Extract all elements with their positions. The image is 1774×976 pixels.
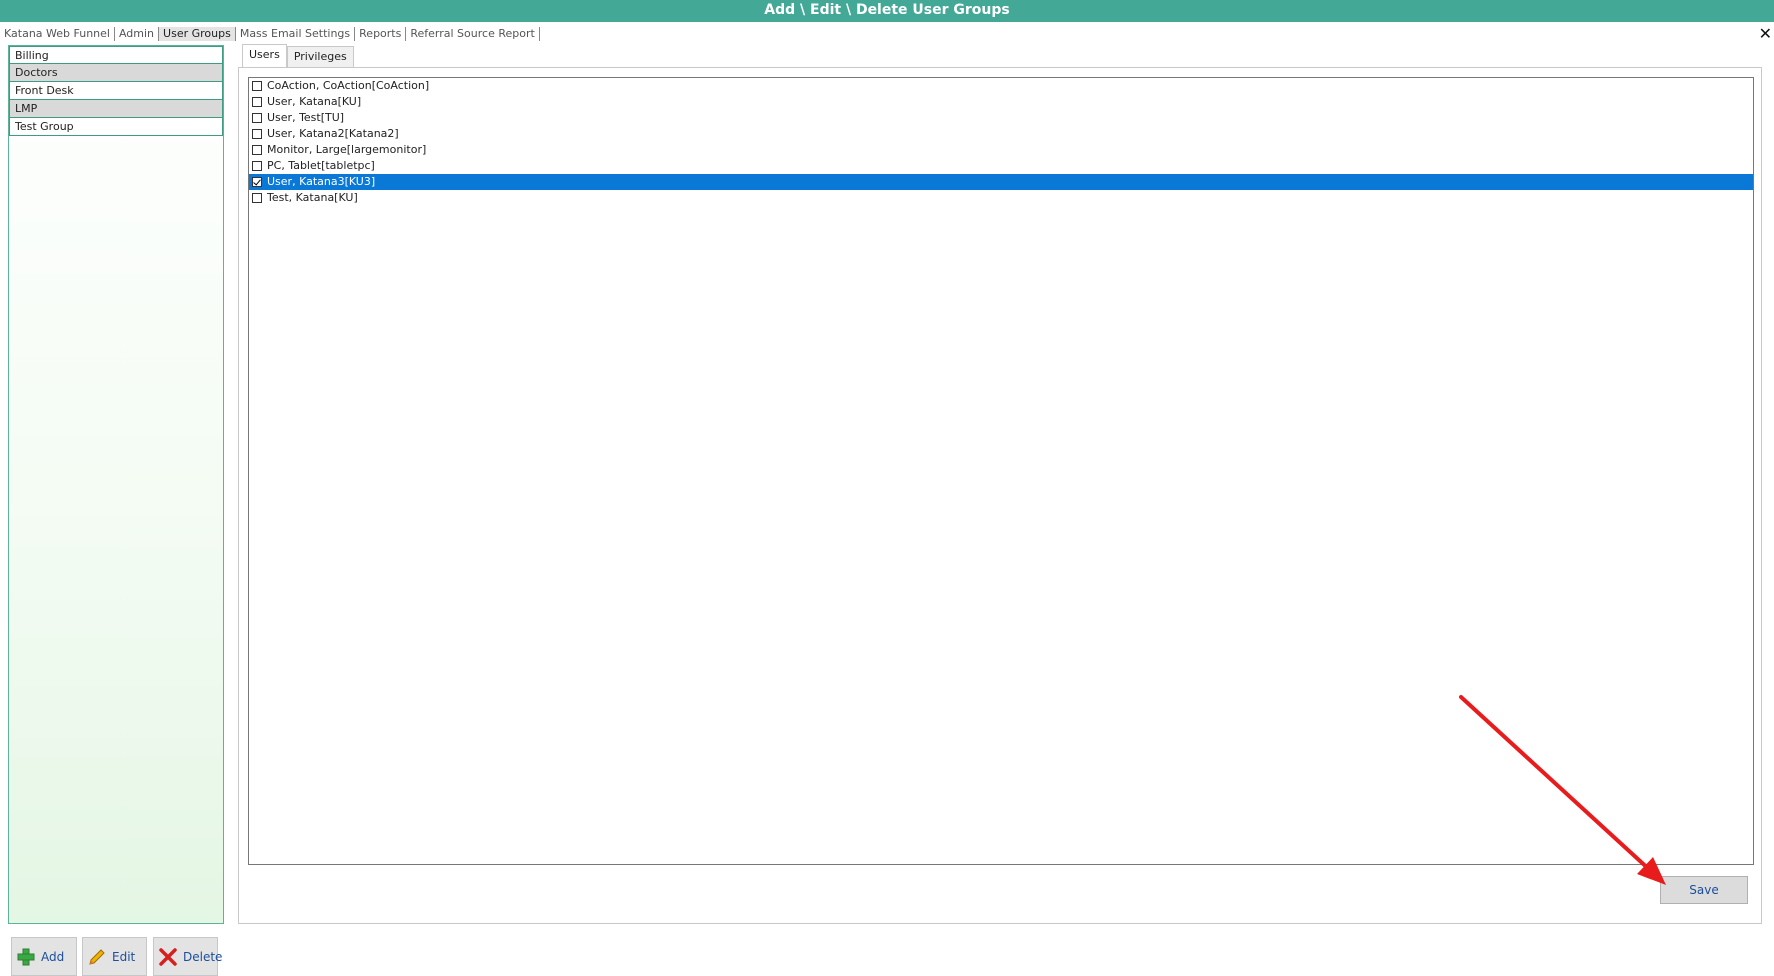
user-label: Monitor, Large[largemonitor]: [267, 143, 427, 156]
group-item-billing[interactable]: Billing: [9, 46, 223, 64]
user-label: User, Katana3[KU3]: [267, 175, 376, 188]
delete-button[interactable]: Delete: [153, 937, 222, 976]
user-label: User, Test[TU]: [267, 111, 345, 124]
user-row[interactable]: CoAction, CoAction[CoAction]: [249, 78, 1753, 94]
menu-item-katana-web-funnel[interactable]: Katana Web Funnel: [0, 27, 115, 41]
save-button[interactable]: Save: [1660, 876, 1748, 904]
user-row[interactable]: Monitor, Large[largemonitor]: [249, 142, 1753, 158]
user-label: User, Katana2[Katana2]: [267, 127, 399, 140]
pencil-icon: [88, 948, 106, 966]
user-row-selected[interactable]: User, Katana3[KU3]: [249, 174, 1753, 190]
tab-privileges[interactable]: Privileges: [286, 46, 354, 67]
user-label: PC, Tablet[tabletpc]: [267, 159, 375, 172]
tab-bar: Users Privileges: [242, 44, 354, 67]
user-label: User, Katana[KU]: [267, 95, 362, 108]
menu-item-mass-email-settings[interactable]: Mass Email Settings: [236, 27, 356, 41]
red-x-icon: [159, 947, 177, 966]
group-item-test-group[interactable]: Test Group: [9, 118, 223, 136]
user-label: CoAction, CoAction[CoAction]: [267, 79, 430, 92]
menu-item-referral-source-report[interactable]: Referral Source Report: [406, 27, 540, 41]
delete-button-label: Delete: [183, 949, 223, 964]
window-title: Add \ Edit \ Delete User Groups: [0, 0, 1774, 22]
edit-button[interactable]: Edit: [82, 937, 147, 976]
user-row[interactable]: User, Katana2[Katana2]: [249, 126, 1753, 142]
group-item-lmp[interactable]: LMP: [9, 100, 223, 118]
menu-item-admin[interactable]: Admin: [115, 27, 160, 41]
group-item-doctors[interactable]: Doctors: [9, 64, 223, 82]
plus-icon: [17, 948, 35, 966]
checkbox-checked[interactable]: [252, 177, 262, 187]
user-row[interactable]: Test, Katana[KU]: [249, 190, 1753, 206]
menu-item-reports[interactable]: Reports: [355, 27, 407, 41]
tab-users[interactable]: Users: [242, 44, 287, 67]
add-button[interactable]: Add: [11, 937, 77, 976]
top-menu: Katana Web Funnel Admin User Groups Mass…: [0, 25, 540, 43]
checkbox[interactable]: [252, 113, 262, 123]
add-button-label: Add: [41, 949, 65, 964]
checkbox[interactable]: [252, 145, 262, 155]
checkbox[interactable]: [252, 161, 262, 171]
checkbox[interactable]: [252, 81, 262, 91]
checkbox[interactable]: [252, 97, 262, 107]
edit-button-label: Edit: [112, 949, 136, 964]
user-row[interactable]: User, Katana[KU]: [249, 94, 1753, 110]
checkbox[interactable]: [252, 193, 262, 203]
menu-item-user-groups[interactable]: User Groups: [159, 27, 236, 41]
user-row[interactable]: User, Test[TU]: [249, 110, 1753, 126]
user-label: Test, Katana[KU]: [267, 191, 358, 204]
checkbox[interactable]: [252, 129, 262, 139]
user-checklist[interactable]: CoAction, CoAction[CoAction] User, Katan…: [248, 77, 1754, 865]
group-list: Billing Doctors Front Desk LMP Test Grou…: [8, 45, 224, 924]
close-icon[interactable]: ✕: [1759, 24, 1772, 43]
user-row[interactable]: PC, Tablet[tabletpc]: [249, 158, 1753, 174]
group-item-front-desk[interactable]: Front Desk: [9, 82, 223, 100]
